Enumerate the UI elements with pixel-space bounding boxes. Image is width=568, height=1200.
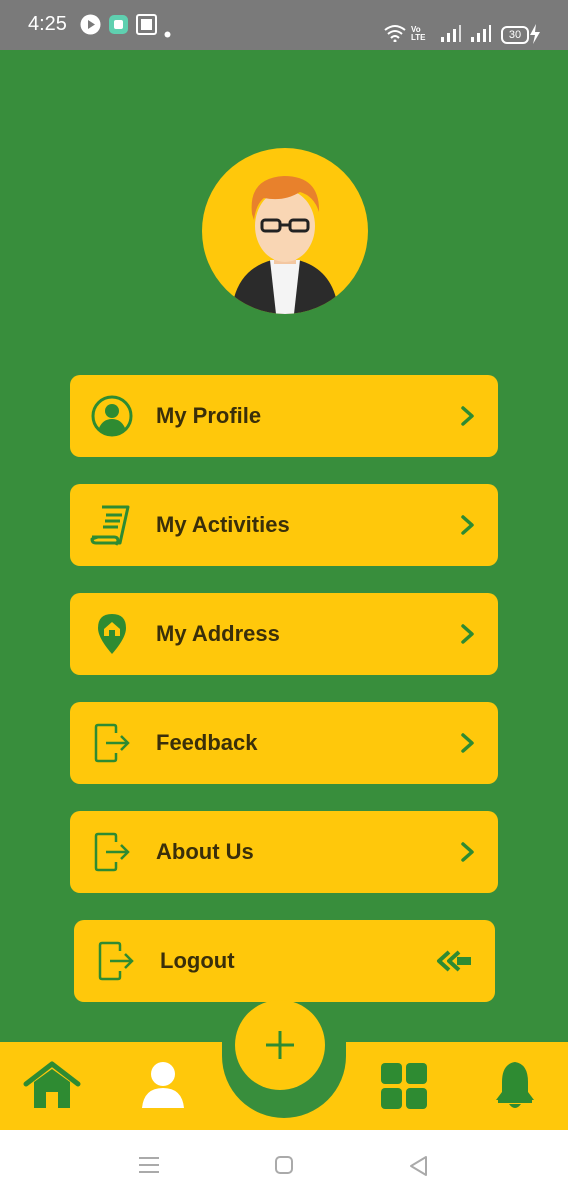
battery-level: 30 — [501, 26, 529, 44]
profile-icon — [142, 1062, 184, 1108]
chevron-right-icon — [461, 515, 474, 535]
menu-item-my-profile[interactable]: My Profile — [70, 375, 498, 457]
nav-home[interactable] — [22, 1060, 82, 1115]
home-system-icon[interactable] — [274, 1155, 294, 1175]
chevron-right-icon — [461, 406, 474, 426]
add-button[interactable] — [235, 1000, 325, 1090]
system-navigation-bar — [0, 1130, 568, 1200]
chevron-right-icon — [461, 733, 474, 753]
nav-profile[interactable] — [140, 1060, 186, 1115]
nav-notifications[interactable] — [494, 1060, 536, 1115]
menu-item-label: Feedback — [156, 730, 258, 755]
menu-item-logout[interactable]: Logout — [74, 920, 495, 1002]
signal-icon-2 — [471, 25, 491, 42]
menu-item-label: Logout — [160, 948, 235, 973]
user-avatar-icon — [234, 176, 336, 314]
status-time: 4:25 — [28, 13, 67, 35]
wifi-icon — [384, 25, 406, 42]
dot-icon — [164, 31, 171, 38]
home-icon — [23, 1061, 81, 1108]
app-notification-icon — [109, 15, 128, 34]
bell-icon — [496, 1062, 534, 1108]
back-icon[interactable] — [408, 1155, 428, 1177]
menu-item-label: My Address — [156, 621, 280, 646]
menu-item-my-activities[interactable]: My Activities — [70, 484, 498, 566]
gallery-icon — [136, 14, 157, 35]
menu-item-label: My Activities — [156, 512, 290, 537]
charging-icon — [530, 24, 540, 44]
chevron-right-icon — [461, 842, 474, 862]
exit-door-icon — [98, 941, 134, 981]
recent-apps-icon[interactable] — [138, 1155, 160, 1175]
home-location-pin-icon — [98, 614, 126, 654]
exit-door-icon — [94, 723, 130, 763]
volte-label: Vo LTE — [411, 25, 426, 42]
user-avatar[interactable] — [202, 148, 368, 314]
status-bar: 4:25 Vo LTE 30 — [0, 0, 568, 50]
scroll-document-icon — [90, 505, 130, 546]
person-circle-icon — [91, 395, 133, 437]
exit-door-icon — [94, 832, 130, 872]
add-icon — [266, 1031, 294, 1059]
play-icon — [80, 14, 101, 35]
menu-item-label: My Profile — [156, 403, 262, 428]
signal-icon — [441, 25, 461, 42]
menu-item-my-address[interactable]: My Address — [70, 593, 498, 675]
chevron-right-icon — [461, 624, 474, 644]
menu-item-feedback[interactable]: Feedback — [70, 702, 498, 784]
menu-item-label: About Us — [156, 839, 254, 864]
nav-dashboard[interactable] — [380, 1062, 428, 1115]
grid-icon — [381, 1063, 427, 1109]
double-arrow-left-icon — [437, 950, 471, 972]
menu-item-about-us[interactable]: About Us — [70, 811, 498, 893]
